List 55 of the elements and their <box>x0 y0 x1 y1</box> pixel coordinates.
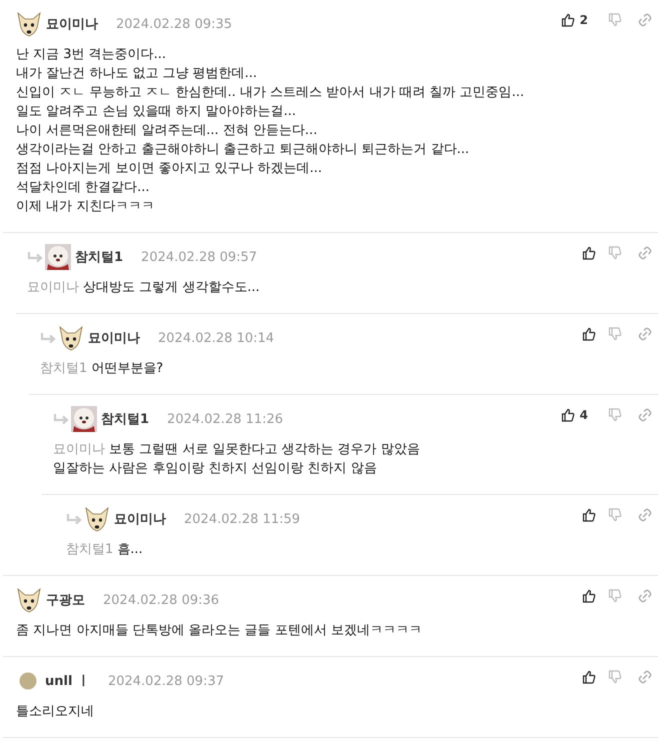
author-name[interactable]: 묘이미나 <box>114 510 166 528</box>
comment-date: 2024.02.28 11:59 <box>184 512 300 526</box>
avatar-icon <box>19 672 37 690</box>
author-name[interactable]: unll ㅣ <box>45 672 90 690</box>
author-name[interactable]: 묘이미나 <box>46 15 98 33</box>
comment-date: 2024.02.28 09:37 <box>108 674 224 688</box>
puppy-avatar-icon <box>45 244 71 270</box>
puppy-avatar-icon <box>71 406 97 432</box>
like-count: 2 <box>580 13 588 27</box>
dog-avatar-icon <box>84 506 110 532</box>
thumbs-up-icon[interactable] <box>582 589 596 603</box>
thumbs-down-icon[interactable] <box>608 13 622 27</box>
comment-text: 참치털1 흠... <box>66 541 143 559</box>
thumbs-down-icon[interactable] <box>608 589 622 603</box>
comment-text: 참치털1 어떤부분을? <box>40 360 164 378</box>
thumbs-down-icon[interactable] <box>608 508 622 522</box>
thumbs-down-icon[interactable] <box>608 408 622 422</box>
dog-avatar-icon <box>16 11 42 37</box>
thumbs-up-icon[interactable] <box>582 508 596 522</box>
comment-date: 2024.02.28 11:26 <box>167 412 284 426</box>
comment-date: 2024.02.28 09:35 <box>116 16 232 32</box>
link-icon[interactable] <box>638 327 652 341</box>
thumbs-up-icon[interactable] <box>560 408 575 422</box>
author-name[interactable]: 구광모 <box>46 591 85 609</box>
comment-text: 좀 지나면 아지매들 단톡방에 올라오는 글들 포텐에서 보겠네ㅋㅋㅋㅋ <box>16 622 422 640</box>
dog-avatar-icon <box>16 587 42 613</box>
author-name[interactable]: 참치털1 <box>101 410 150 428</box>
link-icon[interactable] <box>638 589 652 603</box>
thumbs-up-icon[interactable] <box>582 670 596 684</box>
reply-arrow-icon <box>27 251 43 263</box>
link-icon[interactable] <box>638 670 652 684</box>
comment-text: 난 지금 3번 격는중이다... 내가 잘난건 하나도 없고 그냥 평범한데... 신입이 ㅈㄴ 무능하고 ㅈㄴ 한심한데.. 내가 스트레스 받아서 내가 때려 칠까 고민중임... 일도 알려주고 손님 있을때 하지 말아야하는걸... 나이 서른먹은애한테 알려주는데... 전혀 안듣는다... 생각이라는걸 안하고 출근해야하니 출근하고 퇴근해야하니 퇴근하는거 같다... 점점 나아지는게 보이면 좋아지고 있구나 하겠는데... 석달차인데 한결같다... 이제 내가 지친다ㅋㅋㅋ <box>16 46 524 216</box>
thumbs-up-icon[interactable] <box>582 327 596 341</box>
reply-arrow-icon <box>53 413 69 425</box>
link-icon[interactable] <box>638 13 652 27</box>
comment-date: 2024.02.28 10:14 <box>158 330 274 346</box>
thumbs-up-icon[interactable] <box>560 13 575 27</box>
reply-arrow-icon <box>66 513 82 525</box>
link-icon[interactable] <box>638 246 652 260</box>
author-name[interactable]: 묘이미나 <box>88 329 140 347</box>
link-icon[interactable] <box>638 508 652 522</box>
dog-avatar-icon <box>58 325 84 351</box>
comment-text: 묘이미나 보통 그럴땐 서로 일못한다고 생각하는 경우가 많았음 일잘하는 사람은 후임이랑 친하지 선임이랑 친하지 않음 <box>53 441 420 478</box>
thumbs-down-icon[interactable] <box>608 327 622 341</box>
comment-date: 2024.02.28 09:36 <box>103 592 220 608</box>
comment-text: 묘이미나 상대방도 그렇게 생각할수도... <box>27 279 260 297</box>
comment-text: 틀소리오지네 <box>16 703 94 721</box>
comment-date: 2024.02.28 09:57 <box>141 250 258 264</box>
thumbs-down-icon[interactable] <box>608 246 622 260</box>
like-count: 4 <box>580 408 588 422</box>
reply-arrow-icon <box>40 332 56 344</box>
author-name[interactable]: 참치털1 <box>75 248 124 266</box>
link-icon[interactable] <box>638 408 652 422</box>
thumbs-up-icon[interactable] <box>582 246 596 260</box>
thumbs-down-icon[interactable] <box>608 670 622 684</box>
